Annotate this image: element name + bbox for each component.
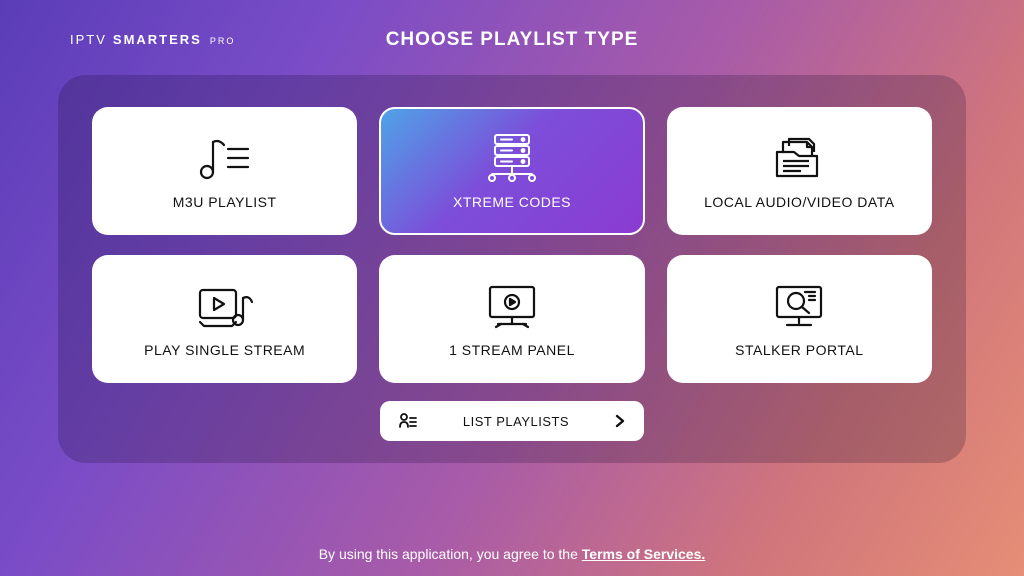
list-button-label: LIST PLAYLISTS — [418, 414, 614, 429]
card-m3u-playlist[interactable]: M3U PLAYLIST — [92, 107, 357, 235]
card-label: PLAY SINGLE STREAM — [144, 342, 305, 358]
card-stalker-portal[interactable]: STALKER PORTAL — [667, 255, 932, 383]
card-onestream-panel[interactable]: 1 STREAM PANEL — [379, 255, 644, 383]
card-label: 1 STREAM PANEL — [449, 342, 575, 358]
playlist-type-panel: M3U PLAYLIST — [58, 75, 966, 463]
folder-files-icon — [769, 132, 829, 184]
page-title: CHOOSE PLAYLIST TYPE — [386, 29, 639, 51]
terms-notice: By using this application, you agree to … — [0, 546, 1024, 562]
terms-link[interactable]: Terms of Services. — [582, 546, 705, 562]
monitor-play-icon — [482, 280, 542, 332]
card-local-media[interactable]: LOCAL AUDIO/VIDEO DATA — [667, 107, 932, 235]
play-music-icon — [194, 280, 256, 332]
card-play-single-stream[interactable]: PLAY SINGLE STREAM — [92, 255, 357, 383]
card-label: XTREME CODES — [453, 194, 571, 210]
card-label: LOCAL AUDIO/VIDEO DATA — [704, 194, 894, 210]
logo-suffix: PRO — [210, 36, 236, 46]
monitor-search-icon — [769, 280, 829, 332]
server-network-icon — [482, 132, 542, 184]
app-logo: IPTV SMARTERS PRO — [70, 32, 235, 47]
logo-main: SMARTERS — [113, 32, 202, 47]
music-list-icon — [196, 132, 254, 184]
terms-prefix: By using this application, you agree to … — [319, 546, 582, 562]
card-label: STALKER PORTAL — [735, 342, 863, 358]
card-xtreme-codes[interactable]: XTREME CODES — [379, 107, 644, 235]
user-list-icon — [398, 411, 418, 431]
list-playlists-button[interactable]: LIST PLAYLISTS — [380, 401, 644, 441]
chevron-right-icon — [614, 414, 626, 428]
logo-prefix: IPTV — [70, 32, 107, 47]
card-label: M3U PLAYLIST — [173, 194, 277, 210]
